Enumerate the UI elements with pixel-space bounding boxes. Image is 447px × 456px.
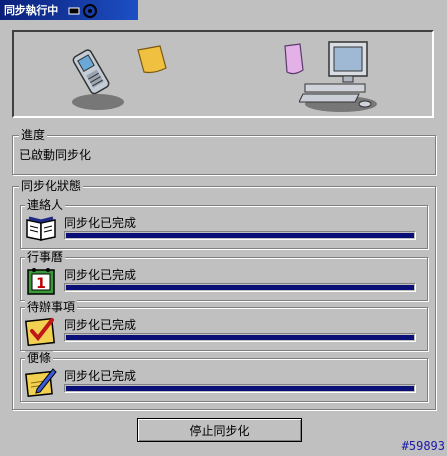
sync-progress-bar — [64, 333, 416, 342]
sync-title-icon — [68, 3, 98, 18]
sync-animation-panel — [12, 30, 434, 118]
yellow-sheet-icon — [137, 45, 167, 74]
sync-item-calendar: 行事曆 1 同步化已完成 — [20, 250, 428, 301]
sync-item-status: 同步化已完成 — [64, 318, 137, 332]
stop-sync-button[interactable]: 停止同步化 — [137, 418, 302, 442]
sync-item-notes: 便條 同步化已完成 — [20, 351, 428, 402]
calendar-icon: 1 — [27, 268, 55, 295]
progress-value: 已啟動同步化 — [19, 148, 92, 162]
sync-item-status: 同步化已完成 — [64, 369, 137, 383]
progress-group: 進度 已啟動同步化 — [12, 128, 436, 175]
sync-progress-bar — [64, 384, 416, 393]
sync-item-name: 便條 — [25, 351, 54, 365]
sync-status-label: 同步化狀態 — [19, 179, 84, 193]
phone-icon — [72, 49, 124, 110]
sync-status-group: 同步化狀態 連絡人 同步化已完成 行事曆 1 同步化已完成 待辦事項 同步化已完… — [12, 179, 436, 410]
sync-progress-fill — [66, 386, 414, 391]
watermark-id: #59893 — [401, 439, 445, 453]
sync-window: 同步執行中 進度 已啟動同步化 同步化狀態 連絡人 同步化已完成 行事曆 1 同… — [0, 0, 447, 456]
svg-text:1: 1 — [36, 276, 46, 292]
sync-progress-fill — [66, 335, 414, 340]
sync-item-status: 同步化已完成 — [64, 268, 137, 282]
title-bar: 同步執行中 — [0, 0, 138, 20]
computer-icon — [299, 41, 377, 112]
sync-item-name: 行事曆 — [25, 250, 66, 264]
sync-progress-bar — [64, 231, 416, 240]
sync-item-tasks: 待辦事項 同步化已完成 — [20, 300, 428, 351]
sync-item-status: 同步化已完成 — [64, 216, 137, 230]
sync-item-name: 待辦事項 — [25, 300, 78, 314]
window-title: 同步執行中 — [4, 5, 58, 17]
sync-progress-fill — [66, 233, 414, 238]
sync-item-contacts: 連絡人 同步化已完成 — [20, 198, 428, 249]
address-book-icon — [26, 216, 56, 241]
task-check-icon — [25, 317, 56, 346]
note-pencil-icon — [25, 368, 57, 397]
sync-progress-bar — [64, 283, 416, 292]
sync-progress-fill — [66, 285, 414, 290]
sync-item-name: 連絡人 — [25, 198, 66, 212]
progress-label: 進度 — [19, 128, 48, 142]
